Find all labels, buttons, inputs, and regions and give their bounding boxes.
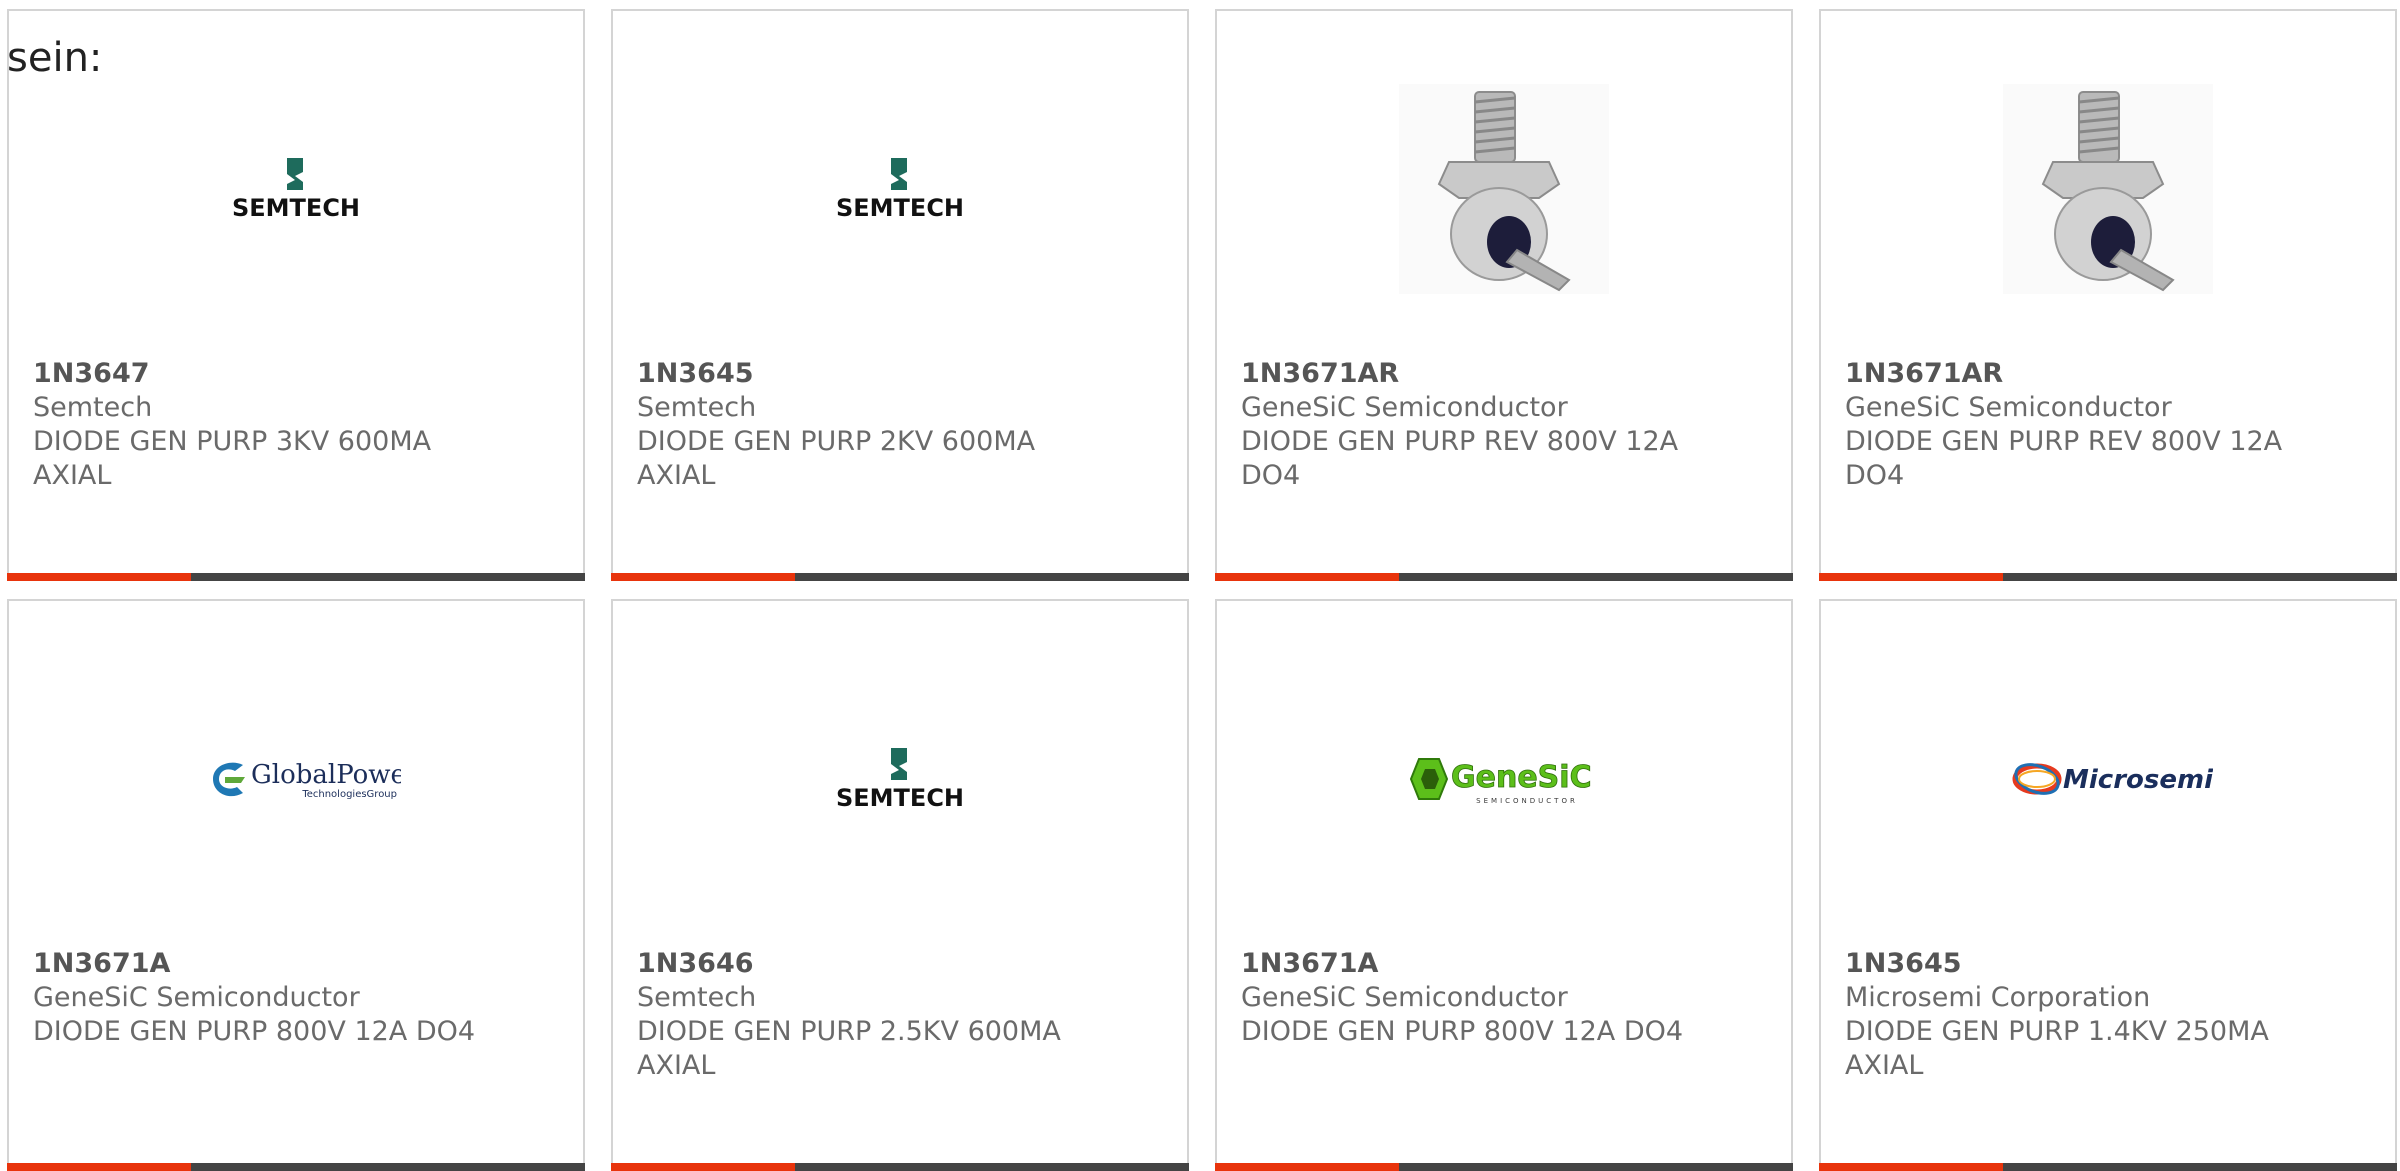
part-number[interactable]: 1N3645 [1845,947,2371,981]
manufacturer: Microsemi Corporation [1845,982,2151,1013]
product-image [1821,69,2395,309]
manufacturer: GeneSiC Semiconductor [1241,982,1568,1013]
card-bottom-bar [1215,573,1793,581]
semtech-logo-icon: SEMTECH [836,748,964,812]
description-line-2: AXIAL [637,460,716,491]
description-line-2: AXIAL [33,460,112,491]
card-bottom-bar [611,573,1189,581]
part-number[interactable]: 1N3671A [33,947,559,981]
logo-text: Microsemi [2063,765,2213,795]
logo-subtext: SEMICONDUCTOR [1476,797,1578,805]
part-number[interactable]: 1N3647 [33,357,559,391]
card-bottom-bar [611,1163,1189,1171]
product-card[interactable]: Microsemi 1N3645 Microsemi Corporation D… [1819,599,2397,1171]
card-bottom-bar [7,573,585,581]
logo-text: GeneSiC [1451,760,1592,795]
description: DIODE GEN PURP 2.5KV 600MA [637,1016,1061,1047]
description-line-2: DO4 [1845,460,1905,491]
description: DIODE GEN PURP REV 800V 12A [1241,426,1679,457]
product-image: Microsemi [1821,659,2395,899]
product-card[interactable]: SEMTECH 1N3646 Semtech DIODE GEN PURP 2.… [611,599,1189,1171]
stud-diode-photo-icon [1399,84,1609,294]
description-line-2: AXIAL [1845,1050,1924,1081]
description: DIODE GEN PURP 3KV 600MA [33,426,432,457]
card-bottom-bar [1819,1163,2397,1171]
description: DIODE GEN PURP 800V 12A DO4 [33,1016,476,1047]
description: DIODE GEN PURP 2KV 600MA [637,426,1036,457]
manufacturer: GeneSiC Semiconductor [1845,392,2172,423]
intro-text: sein: [7,35,103,81]
card-bottom-bar [7,1163,585,1171]
product-image [1217,69,1791,309]
product-card[interactable]: GlobalPower TechnologiesGroup 1N3671A Ge… [7,599,585,1171]
manufacturer: Semtech [33,392,153,423]
part-number[interactable]: 1N3646 [637,947,1163,981]
manufacturer: GeneSiC Semiconductor [33,982,360,1013]
card-bottom-bar [1819,573,2397,581]
description: DIODE GEN PURP REV 800V 12A [1845,426,2283,457]
product-card[interactable]: GeneSiC SEMICONDUCTOR 1N3671A GeneSiC Se… [1215,599,1793,1171]
logo-text: GlobalPower [251,760,401,790]
product-card[interactable]: 1N3671AR GeneSiC Semiconductor DIODE GEN… [1819,9,2397,581]
product-card[interactable]: SEMTECH 1N3647 Semtech DIODE GEN PURP 3K… [7,9,585,581]
microsemi-logo-icon: Microsemi [2012,763,2213,795]
product-image: GlobalPower TechnologiesGroup [9,659,583,899]
description: DIODE GEN PURP 800V 12A DO4 [1241,1016,1684,1047]
product-card[interactable]: SEMTECH 1N3645 Semtech DIODE GEN PURP 2K… [611,9,1189,581]
semtech-logo-icon: SEMTECH [232,158,360,222]
manufacturer: Semtech [637,392,757,423]
manufacturer: Semtech [637,982,757,1013]
part-number[interactable]: 1N3671AR [1241,357,1767,391]
genesic-logo-icon: GeneSiC SEMICONDUCTOR [1409,758,1592,805]
part-number[interactable]: 1N3671AR [1845,357,2371,391]
product-card[interactable]: 1N3671AR GeneSiC Semiconductor DIODE GEN… [1215,9,1793,581]
stud-diode-photo-icon [2003,84,2213,294]
product-image: SEMTECH [9,69,583,309]
description-line-2: AXIAL [637,1050,716,1081]
part-number[interactable]: 1N3645 [637,357,1163,391]
logo-text: SEMTECH [836,784,964,812]
product-image: GeneSiC SEMICONDUCTOR [1217,659,1791,899]
logo-subtext: TechnologiesGroup [301,789,397,800]
product-image: SEMTECH [613,69,1187,309]
description: DIODE GEN PURP 1.4KV 250MA [1845,1016,2269,1047]
card-bottom-bar [1215,1163,1793,1171]
product-image: SEMTECH [613,659,1187,899]
description-line-2: DO4 [1241,460,1301,491]
logo-text: SEMTECH [232,194,360,222]
globalpower-logo-icon: GlobalPower TechnologiesGroup [213,760,401,800]
part-number[interactable]: 1N3671A [1241,947,1767,981]
logo-text: SEMTECH [836,194,964,222]
semtech-logo-icon: SEMTECH [836,158,964,222]
manufacturer: GeneSiC Semiconductor [1241,392,1568,423]
